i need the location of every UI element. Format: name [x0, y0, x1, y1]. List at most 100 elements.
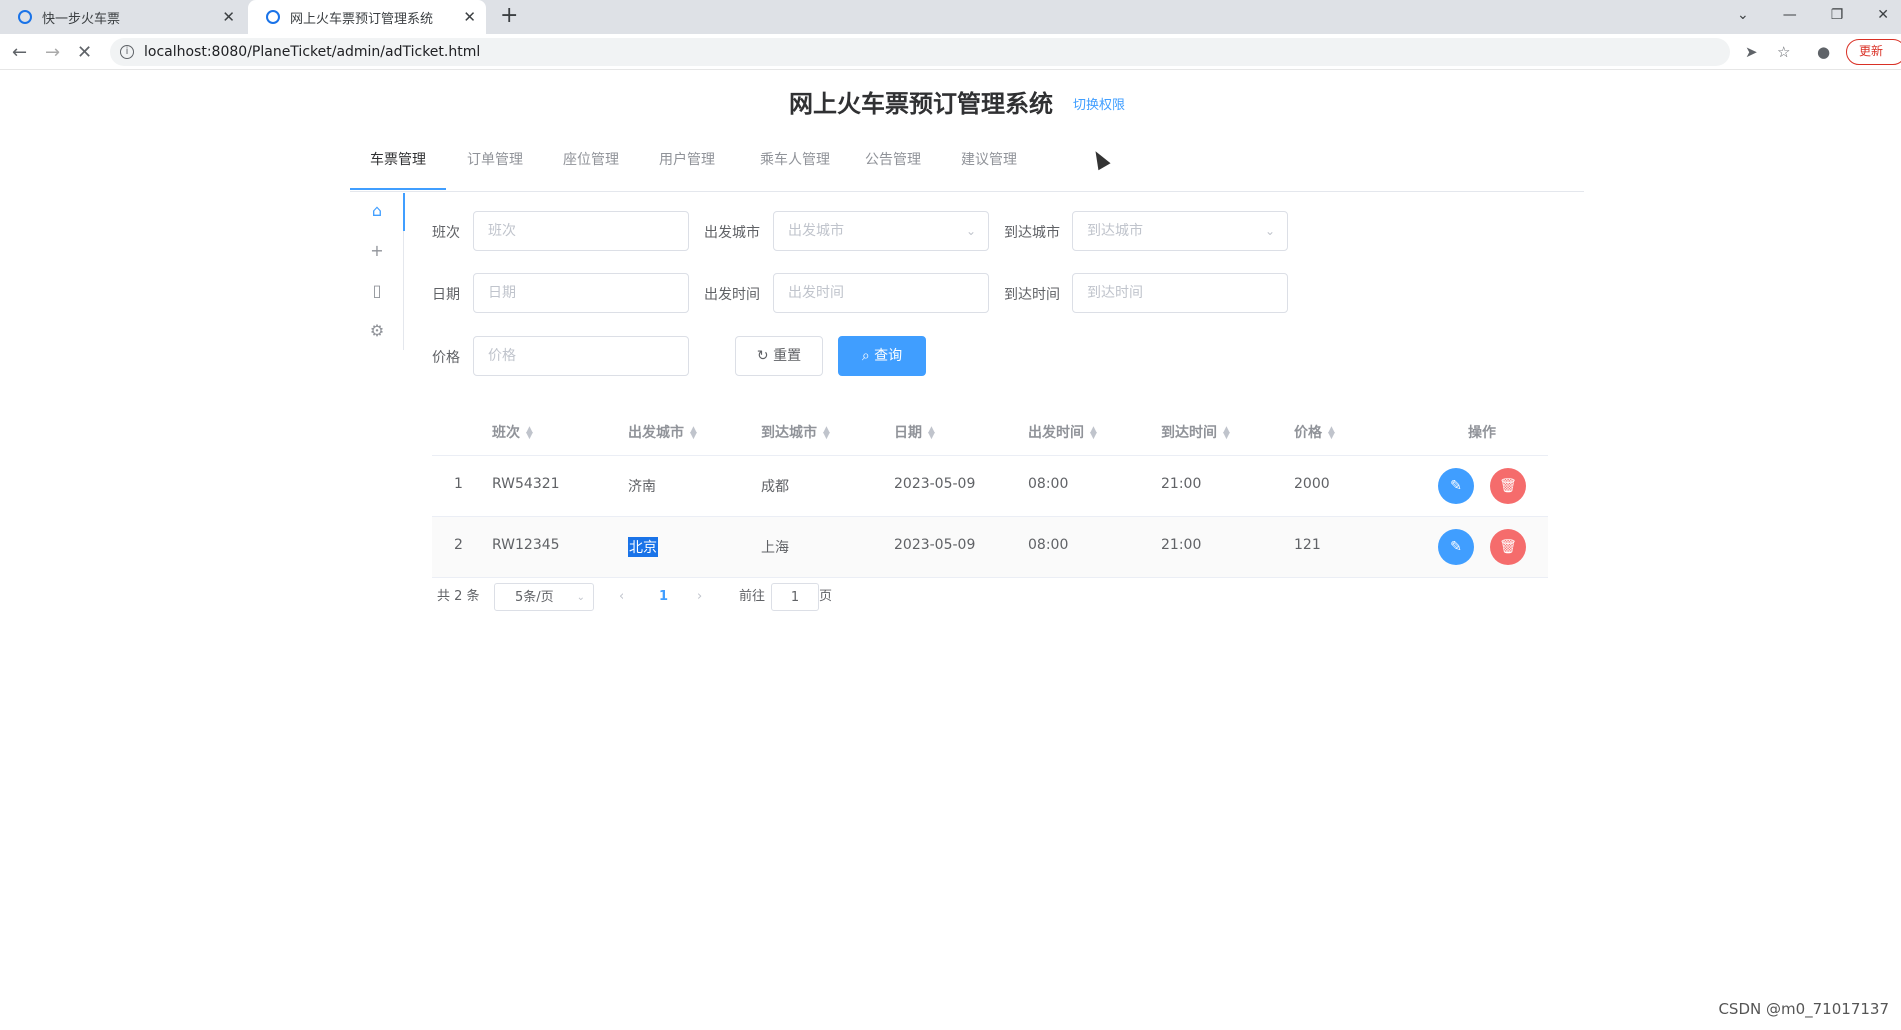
url-text: localhost:8080/PlaneTicket/admin/adTicke…: [144, 44, 481, 60]
tab-ticket-management[interactable]: 车票管理: [350, 140, 446, 190]
browser-tab-title: 快一步火车票: [42, 11, 121, 27]
close-tab-icon[interactable]: ✕: [222, 8, 235, 26]
edit-button[interactable]: ✎: [1438, 529, 1474, 565]
query-button[interactable]: ⌕ 查询: [838, 336, 926, 376]
new-tab-icon[interactable]: +: [500, 3, 518, 28]
to-city-select[interactable]: 到达城市 ⌄: [1072, 211, 1288, 251]
prev-page-icon[interactable]: ‹: [619, 583, 624, 611]
goto-page-input[interactable]: 1: [771, 583, 819, 611]
back-icon[interactable]: ←: [12, 42, 27, 63]
to-city-label: 到达城市: [1004, 225, 1060, 241]
refresh-icon: ↻: [756, 348, 769, 364]
stop-loading-icon[interactable]: ✕: [77, 42, 92, 63]
delete-button[interactable]: 🗑: [1490, 468, 1526, 504]
row-index: 2: [454, 537, 463, 553]
chevron-down-icon: ⌄: [1264, 224, 1275, 238]
browser-tab-2[interactable]: 网上火车票预订管理系统 ✕: [248, 0, 486, 34]
column-header-arrive-time[interactable]: 到达时间 ▲ ▼: [1161, 422, 1230, 442]
cell-arrive-time: 21:00: [1161, 476, 1202, 492]
column-header-price[interactable]: 价格 ▲ ▼: [1294, 422, 1335, 442]
column-header-to-city[interactable]: 到达城市 ▲ ▼: [761, 422, 830, 442]
restore-icon[interactable]: ❐: [1831, 7, 1844, 23]
browser-favicon-icon: [266, 10, 280, 24]
tab-notice-management[interactable]: 公告管理: [858, 140, 928, 190]
cell-train-no: RW12345: [492, 537, 560, 553]
depart-time-label: 出发时间: [704, 287, 760, 303]
forward-icon[interactable]: →: [45, 42, 60, 63]
sort-icon[interactable]: ▲ ▼: [1223, 426, 1230, 441]
page-number-current[interactable]: 1: [659, 583, 668, 611]
sort-icon[interactable]: ▲ ▼: [526, 426, 533, 441]
arrive-time-input[interactable]: [1072, 273, 1288, 313]
tab-order-management[interactable]: 订单管理: [460, 140, 530, 190]
edit-icon: ✎: [1450, 478, 1462, 494]
settings-icon[interactable]: ⚙: [367, 321, 387, 341]
tab-user-management[interactable]: 用户管理: [652, 140, 722, 190]
cell-from-city: 济南: [628, 479, 656, 495]
side-menu-active-indicator: [403, 193, 405, 231]
cell-price: 2000: [1294, 476, 1330, 492]
chevron-down-icon: ⌄: [576, 592, 585, 603]
sort-icon[interactable]: ▲ ▼: [823, 426, 830, 441]
arrive-time-label: 到达时间: [1004, 287, 1060, 303]
close-tab-icon[interactable]: ✕: [463, 8, 476, 26]
sort-icon[interactable]: ▲ ▼: [928, 426, 935, 441]
cell-depart-time: 08:00: [1028, 537, 1069, 553]
from-city-select[interactable]: 出发城市 ⌄: [773, 211, 989, 251]
tab-suggestion-management[interactable]: 建议管理: [954, 140, 1024, 190]
close-window-icon[interactable]: ✕: [1877, 7, 1889, 23]
cell-date: 2023-05-09: [894, 476, 976, 492]
window-controls: ⌄ — ❐ ✕: [1737, 0, 1901, 30]
browser-tab-1[interactable]: 快一步火车票 ✕: [0, 0, 245, 34]
browser-favicon-icon: [18, 10, 32, 24]
pagination-total: 共 2 条: [437, 589, 480, 604]
date-input[interactable]: [473, 273, 689, 313]
update-button[interactable]: 更新: [1846, 39, 1901, 65]
date-label: 日期: [432, 287, 460, 303]
switch-role-link[interactable]: 切换权限: [1073, 94, 1125, 113]
query-button-label: 查询: [874, 348, 903, 364]
sort-icon[interactable]: ▲ ▼: [690, 426, 697, 441]
search-icon: ⌕: [861, 348, 870, 364]
table-row: 1 RW54321 济南 成都 2023-05-09 08:00 21:00 2…: [432, 456, 1548, 517]
cell-from-city: 北京: [628, 537, 658, 557]
cell-to-city: 成都: [761, 479, 789, 495]
column-header-date[interactable]: 日期 ▲ ▼: [894, 422, 935, 442]
tab-search-icon[interactable]: ⌄: [1737, 7, 1749, 23]
column-header-train-no[interactable]: 班次 ▲ ▼: [492, 422, 533, 442]
column-header-depart-time[interactable]: 出发时间 ▲ ▼: [1028, 422, 1097, 442]
browser-tab-bar: 快一步火车票 ✕ 网上火车票预订管理系统 ✕ + ⌄ — ❐ ✕: [0, 0, 1901, 34]
next-page-icon[interactable]: ›: [697, 583, 702, 611]
trash-icon: 🗑: [1499, 539, 1517, 555]
url-field[interactable]: i localhost:8080/PlaneTicket/admin/adTic…: [110, 38, 1730, 66]
cell-train-no: RW54321: [492, 476, 560, 492]
tab-seat-management[interactable]: 座位管理: [556, 140, 626, 190]
train-no-input[interactable]: [473, 211, 689, 251]
minimize-icon[interactable]: —: [1783, 7, 1797, 23]
delete-button[interactable]: 🗑: [1490, 529, 1526, 565]
depart-time-input[interactable]: [773, 273, 989, 313]
from-city-label: 出发城市: [704, 225, 760, 241]
to-city-placeholder: 到达城市: [1087, 223, 1143, 239]
site-info-icon[interactable]: i: [120, 45, 134, 59]
clipboard-icon[interactable]: ▯: [367, 281, 387, 301]
send-icon[interactable]: ➤: [1745, 43, 1758, 61]
bookmark-star-icon[interactable]: ☆: [1777, 43, 1790, 61]
sort-icon[interactable]: ▲ ▼: [1090, 426, 1097, 441]
table-header: 班次 ▲ ▼ 出发城市 ▲ ▼ 到达城市 ▲ ▼ 日期 ▲ ▼ 出发时间 ▲ ▼ 到达时间 ▲ ▼ 价格…: [432, 404, 1548, 456]
train-no-label: 班次: [432, 225, 460, 241]
column-header-from-city[interactable]: 出发城市 ▲ ▼: [628, 422, 697, 442]
home-icon[interactable]: ⌂: [367, 201, 387, 221]
tab-passenger-management[interactable]: 乘车人管理: [750, 140, 840, 190]
profile-icon[interactable]: ●: [1817, 43, 1830, 61]
sort-icon[interactable]: ▲ ▼: [1328, 426, 1335, 441]
reset-button[interactable]: ↻ 重置: [735, 336, 823, 376]
table-row: 2 RW12345 北京 上海 2023-05-09 08:00 21:00 1…: [432, 517, 1548, 578]
page-size-select[interactable]: 5条/页 ⌄: [494, 583, 594, 611]
trash-icon: 🗑: [1499, 478, 1517, 494]
price-input[interactable]: [473, 336, 689, 376]
edit-button[interactable]: ✎: [1438, 468, 1474, 504]
ticket-table: 班次 ▲ ▼ 出发城市 ▲ ▼ 到达城市 ▲ ▼ 日期 ▲ ▼ 出发时间 ▲ ▼ 到达时间 ▲ ▼ 价格…: [432, 404, 1548, 578]
goto-label: 前往: [739, 589, 766, 604]
plus-icon[interactable]: +: [367, 241, 387, 261]
